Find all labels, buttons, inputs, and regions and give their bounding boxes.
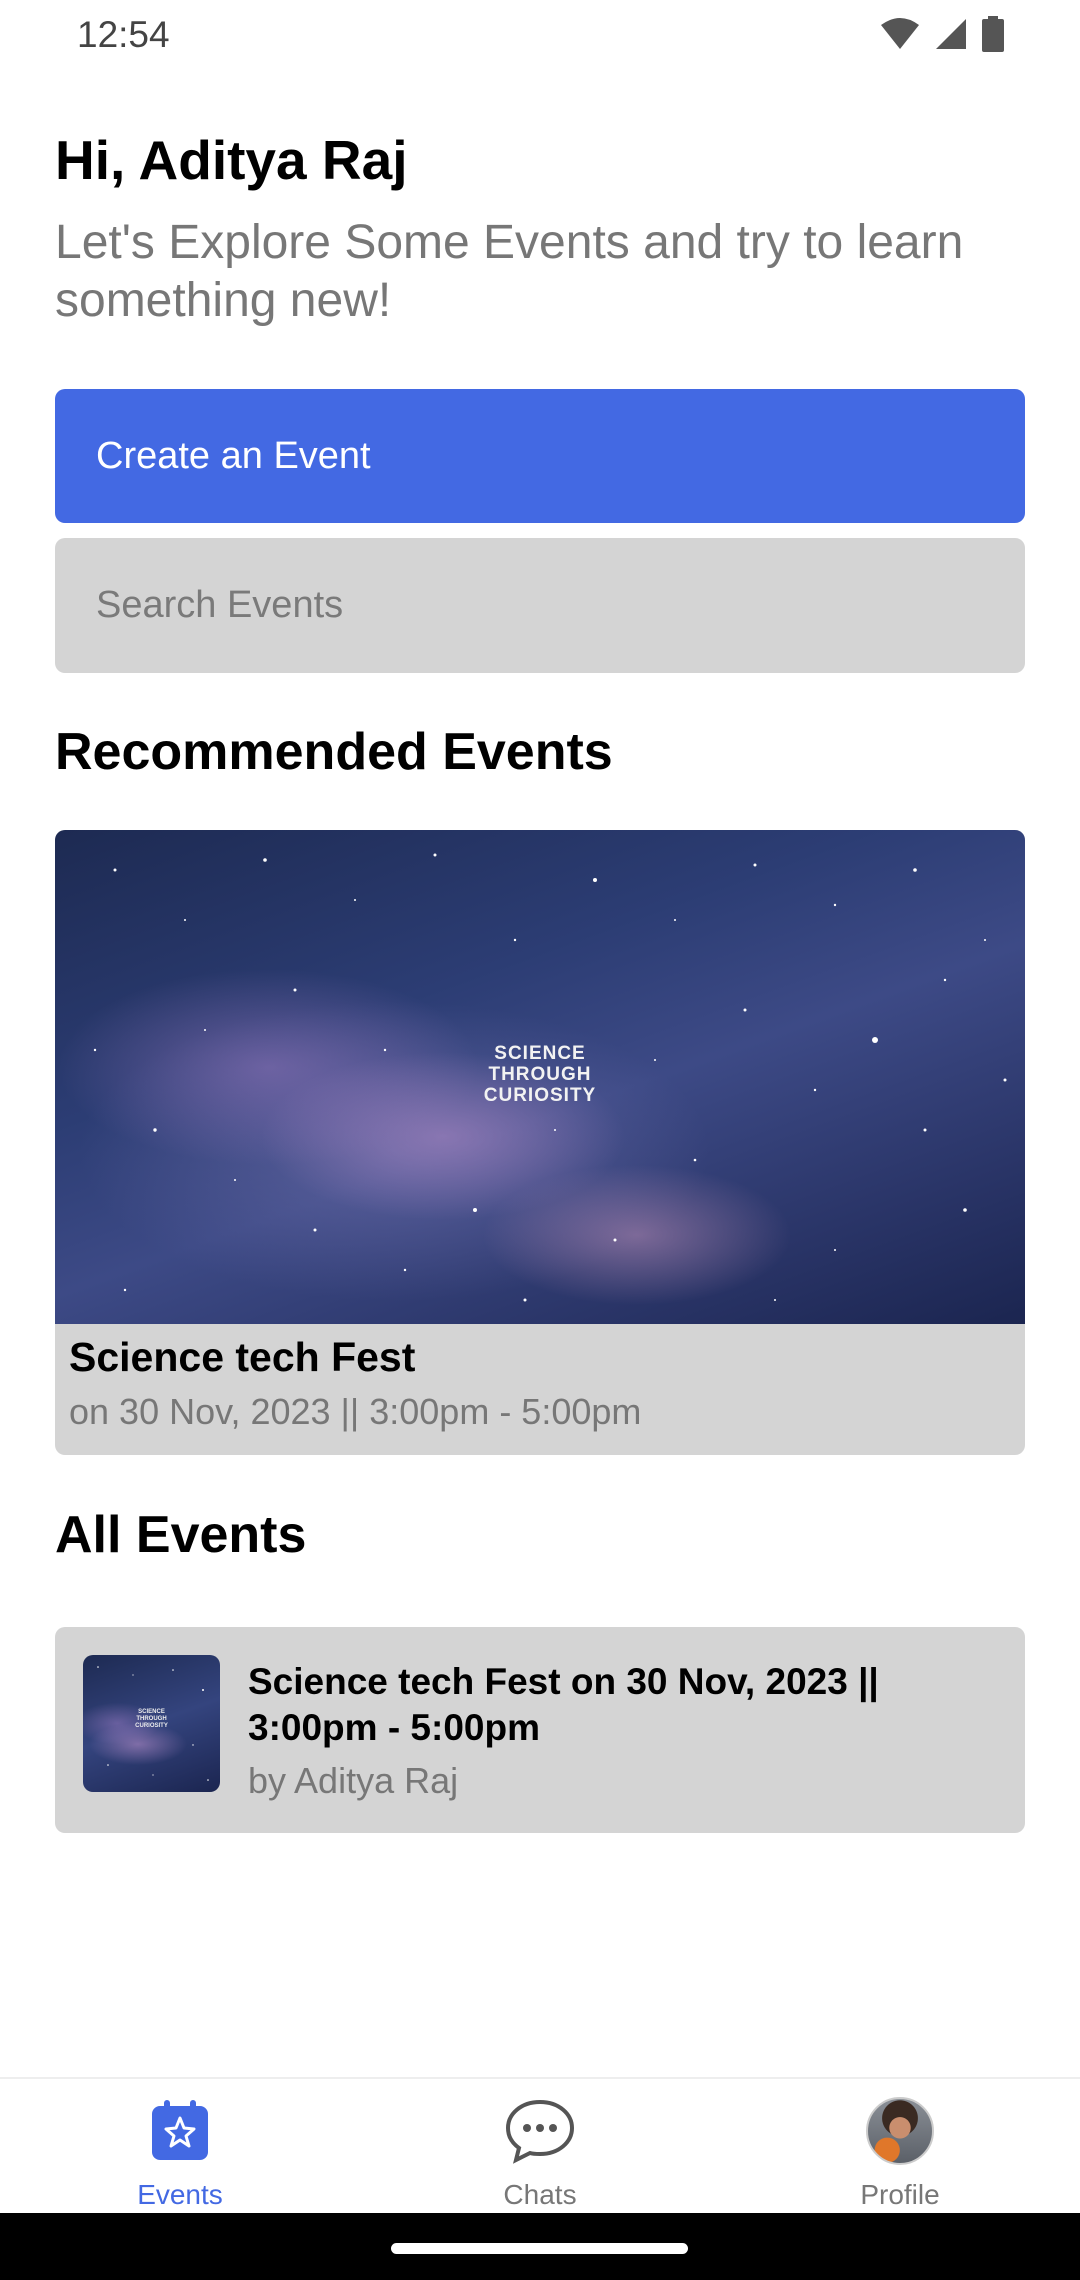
recommended-event-date: on 30 Nov, 2023 || 3:00pm - 5:00pm (69, 1391, 642, 1432)
recommended-event-title: Science tech Fest (69, 1334, 416, 1380)
thumbnail-logo-text: SCIENCE THROUGH CURIOSITY (135, 1709, 168, 1729)
recommended-event-card[interactable]: SCIENCE THROUGH CURIOSITY Science tech Fes… (55, 830, 1025, 1455)
search-placeholder: Search Events (96, 584, 344, 626)
status-time: 12:54 (77, 14, 170, 55)
greeting-heading: Hi, Aditya Raj (55, 129, 408, 191)
event-thumbnail: SCIENCE THROUGH CURIOSITY (83, 1655, 220, 1792)
greeting-subtitle: Let's Explore Some Events and try to lea… (55, 216, 964, 327)
events-star-icon (152, 2100, 208, 2160)
status-icons (880, 16, 1004, 52)
banner-logo-text: SCIENCE THROUGH CURIOSITY (483, 1043, 597, 1106)
event-banner-image: SCIENCE THROUGH CURIOSITY (55, 830, 1025, 1324)
nav-label-chats: Chats (503, 2179, 577, 2210)
bottom-navigation: Events Chats Profile (0, 2077, 1080, 2215)
system-navigation-bar (0, 2213, 1080, 2280)
chat-bubble-icon (505, 2099, 575, 2164)
home-gesture-handle[interactable] (391, 2243, 688, 2254)
nav-label-events: Events (137, 2179, 223, 2210)
nav-tab-profile[interactable]: Profile (720, 2079, 1080, 2215)
event-item-title: Science tech Fest on 30 Nov, 2023 || 3:0… (248, 1661, 879, 1748)
avatar (866, 2097, 934, 2165)
nav-label-profile: Profile (860, 2179, 940, 2210)
nav-tab-events[interactable]: Events (0, 2079, 360, 2215)
all-events-section-title: All Events (55, 1506, 307, 1564)
cellular-signal-icon (936, 19, 966, 49)
battery-icon (982, 16, 1004, 52)
status-bar: 12:54 (0, 0, 1080, 70)
search-events-input[interactable]: Search Events (55, 538, 1025, 673)
event-item-author: by Aditya Raj (248, 1760, 459, 1801)
events-screen: 12:54 Hi, Aditya Raj Let's Explore Some … (0, 0, 1080, 2280)
recommended-section-title: Recommended Events (55, 723, 613, 781)
create-event-button[interactable]: Create an Event (55, 389, 1025, 523)
list-item[interactable]: SCIENCE THROUGH CURIOSITY Science tech Fes… (55, 1627, 1025, 1833)
create-event-label: Create an Event (96, 434, 371, 477)
wifi-icon (881, 18, 919, 49)
nav-tab-chats[interactable]: Chats (360, 2079, 720, 2215)
